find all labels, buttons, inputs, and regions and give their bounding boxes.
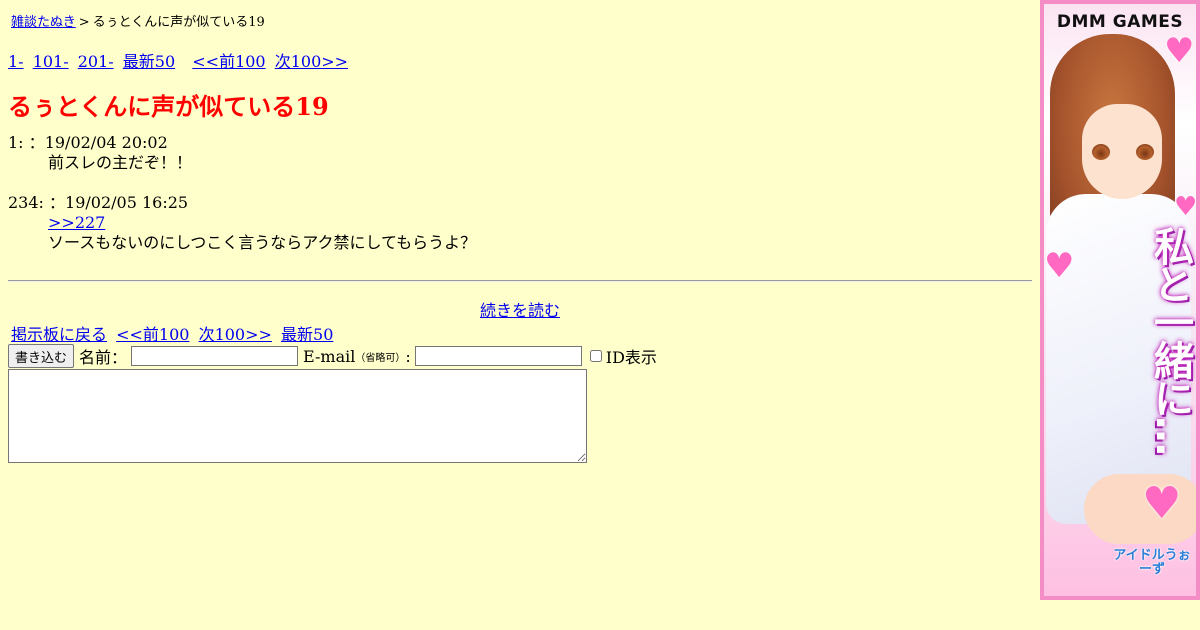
- post-datetime: 19/02/05 16:25: [65, 193, 189, 212]
- pager-bottom-latest50[interactable]: 最新50: [281, 325, 333, 344]
- heart-icon: ♥: [1174, 192, 1198, 222]
- back-to-board-link[interactable]: 掲示板に戻る: [11, 325, 107, 344]
- post-number: 234:: [8, 193, 44, 212]
- ad-banner[interactable]: ♥ ♥ ♥ ♥ DMM GAMES 私と一緒に… アイドルうぉーず: [1040, 0, 1200, 600]
- post-body: >>227 ソースもないのにしつこく言うならアク禁にしてもらうよ？: [8, 213, 476, 253]
- pager-link-201[interactable]: 201-: [78, 52, 114, 71]
- ad-character-eye: [1136, 144, 1154, 160]
- pager-link-next100[interactable]: 次100>>: [275, 52, 348, 71]
- heart-icon: ♥: [1142, 478, 1182, 529]
- post-number: 1:: [8, 133, 24, 152]
- email-optional-note: （省略可）: [355, 352, 406, 364]
- breadcrumb-board-link[interactable]: 雑談たぬき: [11, 15, 76, 30]
- id-display-label: ID表示: [605, 348, 657, 367]
- post-name-separator: ：: [28, 133, 45, 152]
- email-input[interactable]: [414, 346, 582, 366]
- post: 1: ：19/02/04 20:02 前スレの主だぞ！！: [8, 133, 192, 173]
- id-display-checkbox[interactable]: [589, 350, 602, 362]
- breadcrumb: 雑談たぬき > るぅとくんに声が似ている19: [11, 11, 265, 30]
- pager-top: 1- 101- 201- 最新50 <<前100 次100>>: [8, 48, 352, 72]
- post-text-line: 前スレの主だぞ！！: [48, 153, 193, 172]
- post-body: 前スレの主だぞ！！: [8, 153, 192, 173]
- post-header: 1: ：19/02/04 20:02: [8, 133, 192, 153]
- post-datetime: 19/02/04 20:02: [44, 133, 168, 152]
- email-label: E-mail: [303, 346, 356, 366]
- pager-link-latest50[interactable]: 最新50: [123, 52, 175, 71]
- ad-catchphrase: 私と一緒に…: [1147, 226, 1193, 454]
- post-anchor-link[interactable]: >>227: [48, 213, 476, 233]
- submit-button[interactable]: 書き込む: [8, 344, 75, 368]
- breadcrumb-current: るぅとくんに声が似ている19: [92, 15, 265, 30]
- ad-game-title: アイドルうぉーず: [1113, 548, 1191, 577]
- pager-link-1[interactable]: 1-: [8, 52, 24, 71]
- pager-link-prev100[interactable]: <<前100: [192, 52, 265, 71]
- post-name-separator: ：: [49, 193, 66, 212]
- breadcrumb-separator: >: [78, 15, 90, 30]
- pager-bottom-next100[interactable]: 次100>>: [199, 325, 272, 344]
- thread-title: るぅとくんに声が似ている19: [8, 92, 329, 121]
- heart-icon: ♥: [1164, 31, 1195, 71]
- ad-character-eye: [1092, 144, 1110, 160]
- divider: [8, 280, 1032, 282]
- pager-bottom-prev100[interactable]: <<前100: [116, 325, 189, 344]
- post-form-row: 書き込む 名前： E-mail （省略可）: ID表示: [8, 344, 657, 368]
- read-more-link[interactable]: 続きを読む: [480, 301, 560, 320]
- name-input[interactable]: [131, 346, 299, 366]
- pager-bottom: 掲示板に戻る <<前100 次100>> 最新50: [11, 321, 337, 345]
- post: 234: ：19/02/05 16:25 >>227 ソースもないのにしつこく言…: [8, 193, 476, 253]
- name-label: 名前：: [79, 348, 128, 367]
- ad-logo: DMM GAMES: [1056, 12, 1184, 32]
- read-more-row: 続きを読む: [8, 297, 1032, 321]
- message-textarea[interactable]: [8, 369, 587, 463]
- post-text-line: ソースもないのにしつこく言うならアク禁にしてもらうよ？: [48, 233, 477, 252]
- post-header: 234: ：19/02/05 16:25: [8, 193, 476, 213]
- pager-link-101[interactable]: 101-: [33, 52, 69, 71]
- heart-icon: ♥: [1044, 246, 1075, 286]
- email-colon: :: [405, 346, 411, 366]
